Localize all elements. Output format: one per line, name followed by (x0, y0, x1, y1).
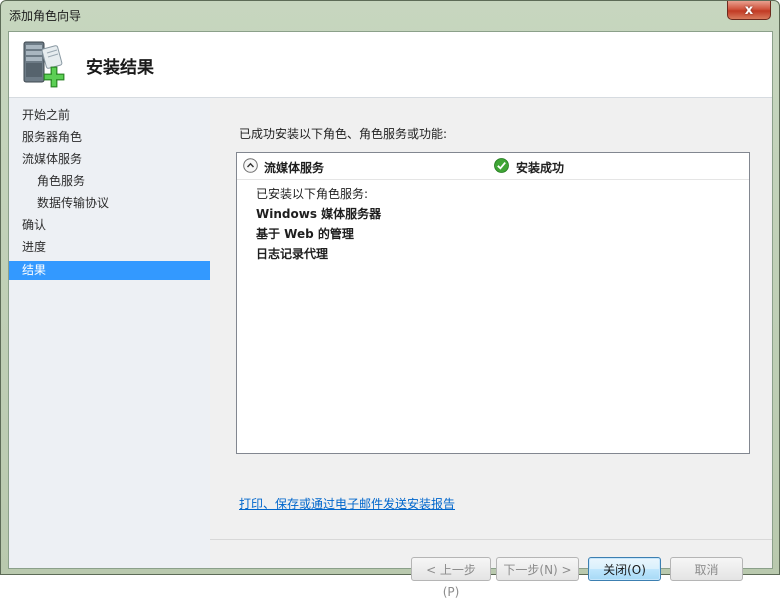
page-title: 安装结果 (86, 58, 154, 78)
report-link[interactable]: 打印、保存或通过电子邮件发送安装报告 (239, 495, 455, 512)
close-window-button[interactable]: x (727, 1, 771, 20)
collapse-chevron-icon[interactable] (243, 158, 258, 173)
sidebar-item-progress[interactable]: 进度 (9, 238, 210, 257)
install-status: 安装成功 (516, 161, 565, 175)
wizard-body: 安装结果 开始之前 服务器角色 流媒体服务 角色服务 数据传输协议 确认 进度 … (8, 31, 773, 599)
intro-text: 已成功安装以下角色、角色服务或功能: (239, 127, 448, 141)
cancel-button[interactable]: 取消 (670, 557, 743, 581)
sidebar-item-streaming-media[interactable]: 流媒体服务 (9, 150, 210, 169)
window-title: 添加角色向导 (9, 9, 82, 23)
server-add-icon (23, 41, 65, 88)
role-name: 流媒体服务 (264, 161, 325, 175)
next-button[interactable]: 下一步(N) > (496, 557, 579, 581)
sidebar-item-data-transfer-protocols[interactable]: 数据传输协议 (9, 194, 210, 213)
success-check-icon (494, 158, 509, 173)
title-bar[interactable]: 添加角色向导 x (1, 1, 779, 31)
wizard-steps-sidebar: 开始之前 服务器角色 流媒体服务 角色服务 数据传输协议 确认 进度 结果 (9, 98, 210, 568)
installed-service-item: Windows 媒体服务器 (256, 207, 382, 221)
page-header: 安装结果 (9, 32, 772, 98)
footer-divider (210, 539, 772, 540)
installed-services-label: 已安装以下角色服务: (256, 187, 369, 201)
installed-service-item: 基于 Web 的管理 (256, 227, 354, 241)
installation-results-box[interactable]: 流媒体服务 安装成功 已安装以下角色服务: Windows 媒体服务器 基于 W… (236, 152, 750, 454)
close-button[interactable]: 关闭(O) (588, 557, 661, 581)
close-icon: x (744, 2, 754, 18)
wizard-window: 添加角色向导 x 安装结果 开始之前 服务器角色 流媒体服务 角色服务 数据传输… (0, 0, 780, 599)
main-content: 已成功安装以下角色、角色服务或功能: 流媒体服务 安装成功 已安装以下角色服务:… (210, 98, 772, 599)
sidebar-item-before-you-begin[interactable]: 开始之前 (9, 106, 210, 125)
sidebar-item-results[interactable]: 结果 (9, 261, 210, 280)
previous-button[interactable]: < 上一步(P) (411, 557, 491, 599)
sidebar-item-role-services[interactable]: 角色服务 (9, 172, 210, 191)
result-row-header: 流媒体服务 安装成功 (237, 153, 749, 180)
sidebar-item-confirmation[interactable]: 确认 (9, 216, 210, 235)
installed-service-item: 日志记录代理 (256, 247, 329, 261)
sidebar-item-server-roles[interactable]: 服务器角色 (9, 128, 210, 147)
